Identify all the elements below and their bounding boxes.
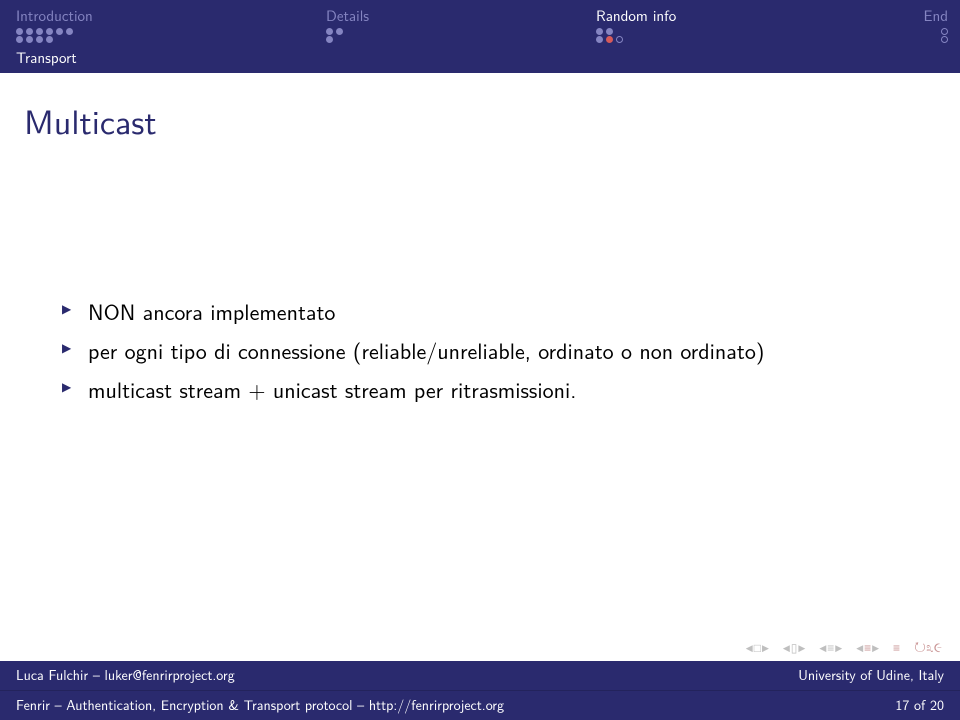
bullet-item: per ogni tipo di connessione (reliable/u…	[62, 334, 920, 367]
progress-dots-row	[16, 28, 326, 35]
footer-author-bar: Luca Fulchir – luker@fenrirproject.org U…	[0, 661, 960, 691]
progress-dots-row	[596, 28, 888, 35]
current-slide-dot	[606, 36, 613, 43]
nav-section-end[interactable]: End	[888, 0, 948, 42]
footer-page-number: 17 of 20	[895, 695, 944, 715]
footer-affiliation: University of Udine, Italy	[798, 665, 944, 685]
nav-label-details: Details	[326, 4, 596, 26]
footer-author: Luca Fulchir – luker@fenrirproject.org	[16, 665, 235, 685]
beamer-nav-icons: ◀□▶ ◀▯▶ ◀≡▶ ◀≡▶ ≡ ↻೩૯	[0, 637, 960, 661]
nav-label-introduction: Introduction	[16, 4, 326, 26]
progress-dots-row	[941, 28, 948, 35]
bullet-item: multicast stream + unicast stream per ri…	[62, 373, 920, 406]
nav-prev-slide-button[interactable]: ◀□▶	[746, 638, 769, 656]
subsection-bar: Transport	[0, 42, 960, 73]
subsection-label: Transport	[16, 46, 77, 68]
nav-label-end: End	[924, 4, 948, 26]
progress-dots-row	[16, 36, 326, 43]
progress-dots-row	[941, 36, 948, 43]
nav-prev-frame-button[interactable]: ◀▯▶	[783, 638, 805, 656]
progress-dots-row	[596, 36, 888, 43]
nav-current-marker: ≡	[893, 638, 900, 656]
nav-prev-subsection-button[interactable]: ◀≡▶	[856, 638, 879, 656]
slide-title: Multicast	[24, 95, 960, 145]
progress-dots-row	[326, 36, 596, 43]
nav-loop-icon[interactable]: ↻೩૯	[914, 637, 942, 657]
nav-section-details[interactable]: Details	[326, 0, 596, 42]
progress-dots-row	[326, 28, 596, 35]
nav-label-random-info: Random info	[596, 4, 888, 26]
nav-prev-section-button[interactable]: ◀≡▶	[819, 638, 842, 656]
slide-content: NON ancora implementato per ogni tipo di…	[0, 295, 960, 406]
nav-section-random-info[interactable]: Random info	[596, 0, 888, 42]
nav-section-introduction[interactable]: Introduction	[16, 0, 326, 42]
bullet-item: NON ancora implementato	[62, 295, 920, 328]
footer-title-bar: Fenrir – Authentication, Encryption & Tr…	[0, 691, 960, 720]
footer-talk-title: Fenrir – Authentication, Encryption & Tr…	[16, 695, 504, 715]
